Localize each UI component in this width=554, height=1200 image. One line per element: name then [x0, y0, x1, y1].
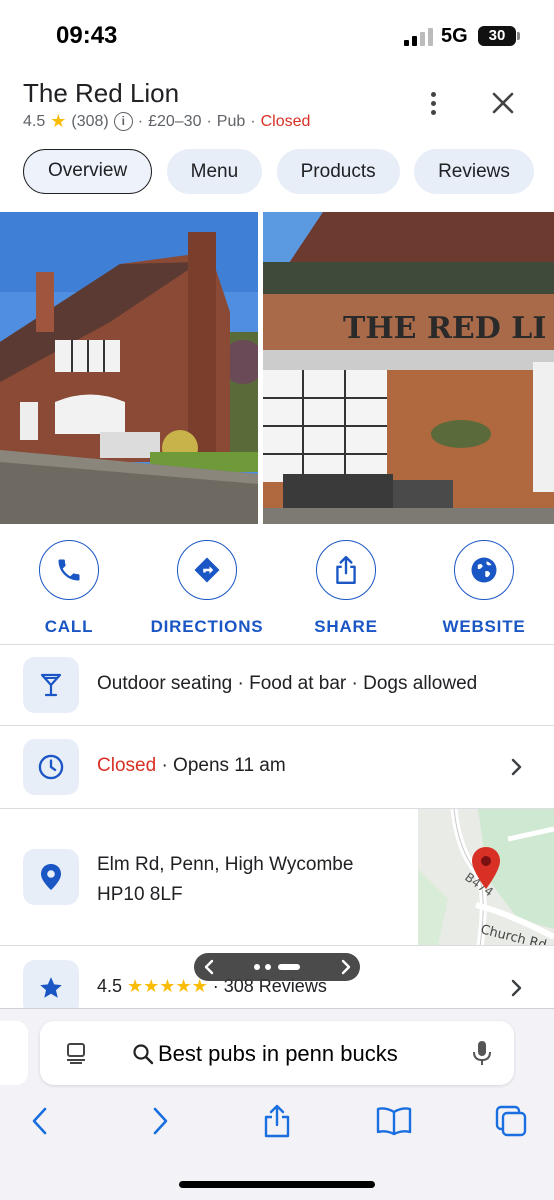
chevron-right-icon[interactable] [508, 978, 524, 998]
place-title: The Red Lion [23, 78, 180, 108]
amenities-text[interactable]: Outdoor seating · Food at bar · Dogs all… [97, 673, 477, 695]
phone-icon [39, 540, 99, 600]
tab-menu[interactable]: Menu [166, 149, 263, 194]
place-category: Pub [216, 112, 246, 130]
address-text[interactable]: Elm Rd, Penn, High Wycombe HP10 8LF [97, 850, 353, 910]
globe-icon [454, 540, 514, 600]
address-line-2: HP10 8LF [97, 884, 183, 905]
map-thumbnail[interactable]: B474 Church Rd [418, 809, 554, 946]
call-label: CALL [44, 617, 94, 636]
photo-pub-exterior[interactable] [0, 212, 258, 524]
share-sheet-icon[interactable] [257, 1101, 297, 1141]
address-line-1: Elm Rd, Penn, High Wycombe [97, 854, 354, 875]
website-button[interactable]: WEBSITE [415, 540, 553, 637]
close-icon[interactable] [486, 86, 520, 120]
browser-toolbar: Best pubs in penn bucks [0, 1008, 554, 1200]
tab-products[interactable]: Products [276, 149, 400, 194]
website-label: WEBSITE [442, 617, 526, 636]
chevron-right-icon[interactable] [508, 757, 524, 777]
share-label: SHARE [314, 617, 378, 636]
search-query-text: Best pubs in penn bucks [158, 1041, 398, 1066]
meta-separator: · [206, 112, 212, 130]
hours-detail: · Opens 11 am [161, 755, 286, 776]
clock-icon [23, 739, 79, 795]
directions-label: DIRECTIONS [150, 617, 264, 636]
battery-icon: 30 [478, 26, 516, 46]
place-meta: 4.5 ★ (308) i · £20–30 · Pub · Closed [23, 111, 310, 132]
open-status: Closed [260, 112, 311, 130]
hours-status: Closed [97, 755, 157, 776]
review-count[interactable]: (308) [71, 113, 108, 131]
more-options-icon[interactable] [420, 88, 448, 120]
back-icon[interactable] [20, 1101, 60, 1141]
photo-strip: THE RED LI [0, 212, 554, 524]
search-icon [133, 1044, 154, 1065]
tab-reviews[interactable]: Reviews [414, 149, 534, 194]
page-menu-icon[interactable] [64, 1041, 88, 1065]
meta-separator: · [137, 112, 144, 130]
star-icon: ★ [50, 111, 67, 131]
home-indicator [179, 1181, 375, 1188]
rating-value: 4.5 [23, 112, 46, 130]
bookmarks-icon[interactable] [374, 1101, 414, 1141]
tabs-overview-icon[interactable] [491, 1101, 531, 1141]
divider [0, 945, 554, 946]
action-bar: CALL DIRECTIONS SHARE WEBSITE [0, 540, 554, 640]
call-button[interactable]: CALL [0, 540, 138, 637]
tab-bar: Overview Menu Products Reviews [23, 149, 554, 195]
info-icon[interactable]: i [113, 112, 133, 131]
forward-icon[interactable] [140, 1101, 180, 1141]
battery-cap [517, 32, 520, 40]
directions-icon [177, 540, 237, 600]
status-time: 09:43 [56, 22, 118, 49]
photo-pub-sign[interactable]: THE RED LI [263, 212, 554, 524]
cocktail-icon [23, 657, 79, 713]
tab-overview[interactable]: Overview [23, 149, 153, 194]
status-bar: 09:43 5G 30 [0, 0, 554, 70]
previous-tab-pill[interactable] [0, 1021, 28, 1085]
price-range: £20–30 [148, 112, 202, 130]
share-button[interactable]: SHARE [277, 540, 415, 637]
sign-text: THE RED LI [343, 311, 546, 346]
hours-row[interactable]: Closed · Opens 11 am [97, 755, 286, 777]
address-bar[interactable]: Best pubs in penn bucks [40, 1021, 514, 1085]
location-pin-icon [23, 849, 79, 905]
page-pager[interactable] [194, 953, 360, 981]
divider [0, 644, 554, 645]
network-type: 5G [441, 25, 468, 47]
share-icon [316, 540, 376, 600]
directions-button[interactable]: DIRECTIONS [138, 540, 276, 637]
rating-summary-value: 4.5 [97, 976, 123, 996]
meta-separator: · [250, 112, 256, 130]
signal-icon [404, 28, 434, 46]
microphone-icon[interactable] [472, 1039, 492, 1067]
divider [0, 725, 554, 726]
search-query[interactable]: Best pubs in penn bucks [132, 1041, 398, 1067]
